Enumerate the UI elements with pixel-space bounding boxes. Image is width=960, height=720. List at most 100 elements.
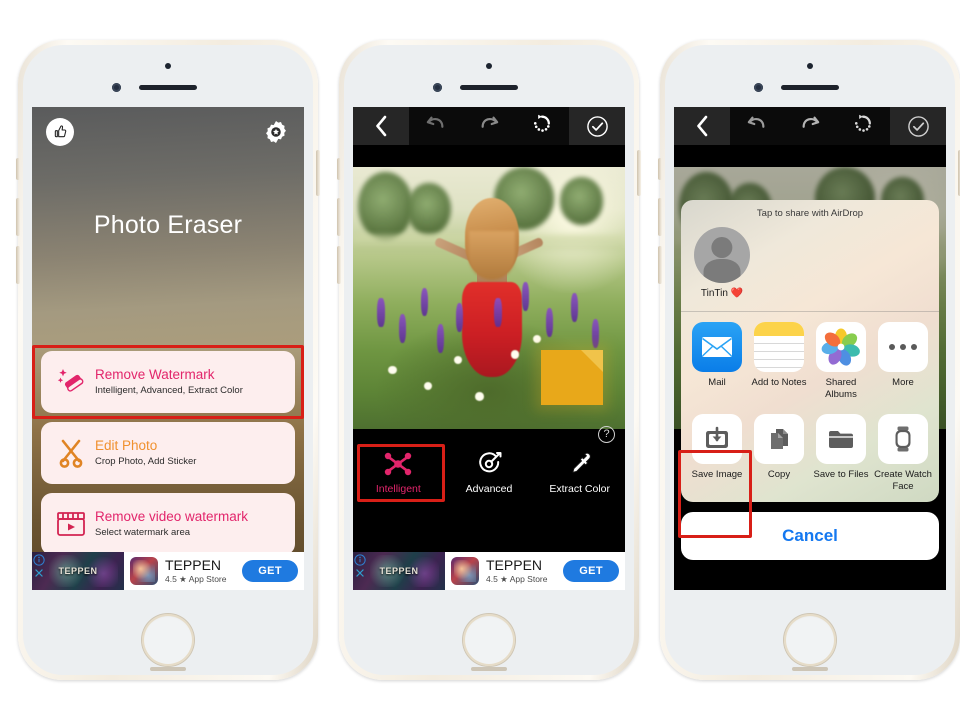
ad-info-icon[interactable] xyxy=(33,554,45,566)
silent-switch[interactable] xyxy=(658,158,662,180)
tool-advanced[interactable]: Advanced xyxy=(444,445,535,495)
done-button[interactable] xyxy=(569,107,625,145)
ad-info-icon[interactable] xyxy=(354,554,366,566)
daisy xyxy=(532,334,542,344)
share-target-mail[interactable]: Mail xyxy=(687,322,747,400)
silent-switch[interactable] xyxy=(337,158,341,180)
volume-up-button[interactable] xyxy=(337,198,341,236)
redo-button[interactable] xyxy=(478,114,500,139)
back-button[interactable] xyxy=(674,107,730,145)
back-button[interactable] xyxy=(353,107,409,145)
front-camera-icon xyxy=(486,63,492,69)
chevron-left-icon xyxy=(375,115,386,137)
phone-1-screen: Photo Eraser Remove Watermark Intelligen… xyxy=(32,107,304,590)
reset-button[interactable] xyxy=(531,113,553,139)
volume-up-button[interactable] xyxy=(16,198,20,236)
action-label: Copy xyxy=(767,469,791,480)
silent-switch[interactable] xyxy=(16,158,20,180)
flower xyxy=(399,313,407,343)
menu-item-remove-video-watermark[interactable]: Remove video watermark Select watermark … xyxy=(41,493,295,555)
scissors-icon xyxy=(51,437,91,469)
mail-icon xyxy=(692,322,742,372)
ad-app-icon xyxy=(130,557,158,585)
redo-arrow-icon xyxy=(481,116,499,128)
power-button[interactable] xyxy=(637,150,641,196)
ad-artwork: TEPPEN xyxy=(353,552,445,590)
phone-top-sensors xyxy=(23,45,313,107)
app-title: Photo Eraser xyxy=(93,211,243,239)
action-copy[interactable]: Copy xyxy=(749,414,809,492)
settings-button[interactable] xyxy=(262,118,290,146)
ad-banner[interactable]: TEPPEN TEPPEN 4.5 ★ App Store GET xyxy=(32,552,304,590)
photos-icon xyxy=(816,322,866,372)
volume-up-button[interactable] xyxy=(658,198,662,236)
volume-down-button[interactable] xyxy=(337,246,341,284)
share-target-label: Add to Notes xyxy=(751,377,807,388)
flower xyxy=(421,287,429,317)
ad-app-rating: 4.5 ★ App Store xyxy=(486,573,548,584)
redo-button[interactable] xyxy=(799,114,821,139)
airdrop-contact[interactable]: TinTin ❤️ xyxy=(691,227,753,299)
share-target-more[interactable]: More xyxy=(873,322,933,400)
tool-extract-color[interactable]: Extract Color xyxy=(534,445,625,495)
daisy xyxy=(475,392,485,401)
action-create-watch-face[interactable]: Create Watch Face xyxy=(873,414,933,492)
undo-button[interactable] xyxy=(425,114,447,139)
ad-app-rating: 4.5 ★ App Store xyxy=(165,573,227,584)
power-button[interactable] xyxy=(316,150,320,196)
undo-button[interactable] xyxy=(746,114,768,139)
eyedropper-icon xyxy=(572,452,591,473)
save-image-icon xyxy=(692,414,742,464)
ad-artwork: TEPPEN xyxy=(32,552,124,590)
ad-app-name: TEPPEN xyxy=(165,556,222,573)
ad-banner[interactable]: TEPPEN TEPPEN 4.5 ★ App Store GET xyxy=(353,552,625,590)
hero-banner: Photo Eraser xyxy=(32,107,304,345)
reset-button[interactable] xyxy=(852,113,874,139)
daisy xyxy=(388,366,398,375)
gear-icon xyxy=(266,120,286,144)
volume-down-button[interactable] xyxy=(658,246,662,284)
watermark-overlay[interactable] xyxy=(540,350,604,406)
tool-intelligent[interactable]: Intelligent xyxy=(353,445,444,495)
action-label: Create Watch Face xyxy=(874,469,932,492)
undo-arrow-icon xyxy=(747,116,765,128)
daisy xyxy=(510,350,520,359)
home-button[interactable] xyxy=(784,614,836,666)
done-button[interactable] xyxy=(890,107,946,145)
share-target-shared-albums[interactable]: Shared Albums xyxy=(811,322,871,400)
reset-circle-icon xyxy=(855,114,872,132)
action-save-image[interactable]: Save Image xyxy=(687,414,747,492)
tool-label: Intelligent xyxy=(375,483,421,495)
help-button[interactable]: ? xyxy=(598,426,615,443)
ad-get-button[interactable]: GET xyxy=(563,560,619,582)
tree xyxy=(358,172,413,241)
ad-get-button[interactable]: GET xyxy=(242,560,298,582)
airdrop-section: Tap to share with AirDrop TinTin ❤️ xyxy=(681,200,939,311)
home-button[interactable] xyxy=(142,614,194,666)
ad-close-icon[interactable] xyxy=(33,567,45,579)
thumbs-up-button[interactable] xyxy=(46,118,74,146)
folder-icon xyxy=(816,414,866,464)
volume-down-button[interactable] xyxy=(16,246,20,284)
ad-badges xyxy=(354,554,366,580)
tool-label: Advanced xyxy=(465,483,513,495)
earpiece-speaker xyxy=(781,85,839,90)
flower xyxy=(437,324,445,353)
menu-item-edit-photo[interactable]: Edit Photo Crop Photo, Add Sticker xyxy=(41,422,295,484)
undo-arrow-icon xyxy=(426,116,444,128)
photo-canvas[interactable] xyxy=(353,167,625,429)
phone-2-editor-screen: ? Intelligent Advanced Extract Color TEP… xyxy=(337,40,641,680)
reset-circle-icon xyxy=(534,114,551,132)
subject-red-skirt xyxy=(461,282,522,377)
action-save-to-files[interactable]: Save to Files xyxy=(811,414,871,492)
thumbs-up-icon xyxy=(54,125,67,138)
tool-list: Intelligent Advanced Extract Color xyxy=(353,445,625,507)
cancel-button[interactable]: Cancel xyxy=(681,512,939,560)
menu-item-remove-watermark[interactable]: Remove Watermark Intelligent, Advanced, … xyxy=(41,351,295,413)
tree xyxy=(559,177,604,225)
ad-close-icon[interactable] xyxy=(354,567,366,579)
proximity-sensor-icon xyxy=(433,83,442,92)
home-button[interactable] xyxy=(463,614,515,666)
share-target-notes[interactable]: Add to Notes xyxy=(749,322,809,400)
advanced-target-icon xyxy=(479,452,502,473)
